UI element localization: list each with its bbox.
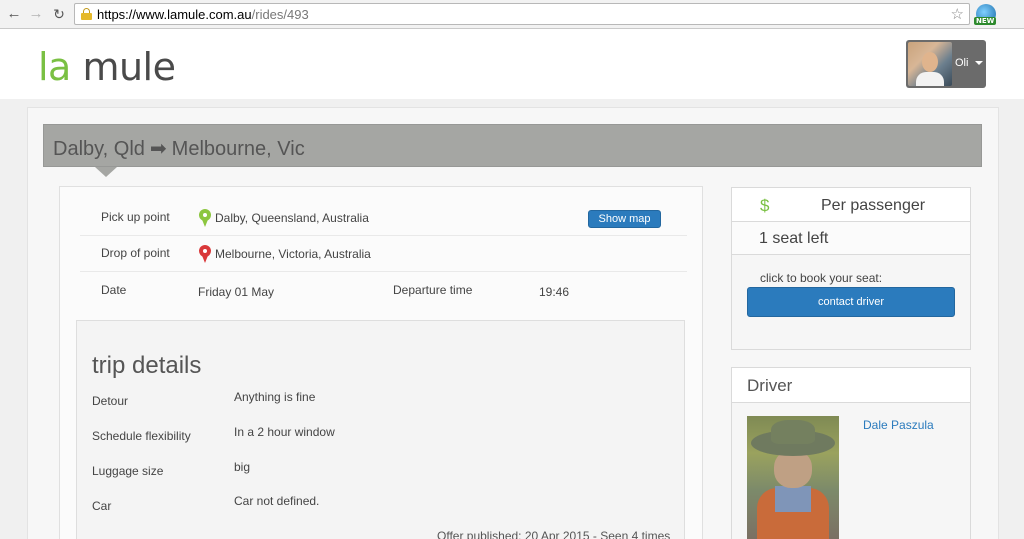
route-to: Melbourne, Vic xyxy=(171,138,305,160)
car-value: Car not defined. xyxy=(234,494,320,508)
forward-arrow-icon[interactable]: → xyxy=(28,6,44,22)
user-menu[interactable]: Oli xyxy=(906,40,986,88)
site-header: la mule Oli xyxy=(0,29,1024,99)
schedule-flexibility-label: Schedule flexibility xyxy=(92,429,191,443)
contact-driver-button[interactable]: contact driver xyxy=(747,287,955,317)
luggage-size-label: Luggage size xyxy=(92,464,164,478)
route-arrow-icon: ➡ xyxy=(149,138,167,160)
date-label: Date xyxy=(101,283,127,297)
date-row: Date Friday 01 May Departure time 19:46 xyxy=(80,273,687,309)
dropoff-row: Drop of point Melbourne, Victoria, Austr… xyxy=(80,236,687,272)
lock-icon xyxy=(81,8,92,20)
extension-badge: NEW xyxy=(974,17,997,25)
dropoff-value: Melbourne, Victoria, Australia xyxy=(215,247,371,261)
bookmark-star-icon[interactable]: ☆ xyxy=(951,5,964,23)
banner-pointer xyxy=(95,167,117,177)
green-map-pin-icon xyxy=(199,209,211,227)
driver-photo[interactable] xyxy=(747,416,839,539)
pickup-row: Pick up point Dalby, Queensland, Austral… xyxy=(80,200,687,236)
site-logo[interactable]: la mule xyxy=(38,45,176,89)
booking-box: $ Per passenger 1 seat left click to boo… xyxy=(731,187,971,350)
driver-title: Driver xyxy=(747,376,793,395)
dropoff-label: Drop of point xyxy=(101,246,170,260)
car-label: Car xyxy=(92,499,112,513)
address-bar[interactable]: https://www.lamule.com.au/rides/493 ☆ xyxy=(74,3,970,25)
detour-label: Detour xyxy=(92,394,129,408)
seats-left: 1 seat left xyxy=(759,230,829,247)
route-from: Dalby, Qld xyxy=(53,138,145,160)
caret-down-icon xyxy=(975,61,983,65)
driver-header: Driver xyxy=(732,368,970,403)
pickup-label: Pick up point xyxy=(101,210,170,224)
trip-details-title: trip details xyxy=(92,352,202,379)
trip-details-card: trip details Detour Anything is fine Sch… xyxy=(76,320,685,539)
seats-row: 1 seat left xyxy=(732,222,970,255)
price-row: $ Per passenger xyxy=(732,188,970,222)
url-text[interactable]: https://www.lamule.com.au/rides/493 xyxy=(97,7,309,22)
show-map-button[interactable]: Show map xyxy=(588,210,661,228)
pickup-value: Dalby, Queensland, Australia xyxy=(215,211,369,225)
departure-value: 19:46 xyxy=(539,285,570,299)
back-arrow-icon[interactable]: ← xyxy=(6,6,22,22)
route-banner: Dalby, Qld ➡ Melbourne, Vic xyxy=(43,124,982,167)
driver-name-link[interactable]: Dale Paszula xyxy=(863,418,934,432)
offer-published-info: Offer published: 20 Apr 2015 - Seen 4 ti… xyxy=(437,529,671,539)
schedule-flexibility-value: In a 2 hour window xyxy=(234,425,335,439)
user-name: Oli xyxy=(955,57,969,69)
date-value: Friday 01 May xyxy=(198,285,275,299)
avatar xyxy=(908,42,952,86)
driver-box: Driver Dale Paszula xyxy=(731,367,971,539)
route-title: Dalby, Qld ➡ Melbourne, Vic xyxy=(53,136,305,161)
browser-toolbar: ← → ↻ https://www.lamule.com.au/rides/49… xyxy=(0,0,1024,29)
reload-icon[interactable]: ↻ xyxy=(51,6,67,22)
price-label: Per passenger xyxy=(821,197,926,214)
red-map-pin-icon xyxy=(199,245,211,263)
dollar-icon: $ xyxy=(760,196,770,215)
departure-label: Departure time xyxy=(393,283,473,297)
detour-value: Anything is fine xyxy=(234,390,316,404)
luggage-size-value: big xyxy=(234,460,251,474)
book-prompt: click to book your seat: xyxy=(760,271,883,285)
